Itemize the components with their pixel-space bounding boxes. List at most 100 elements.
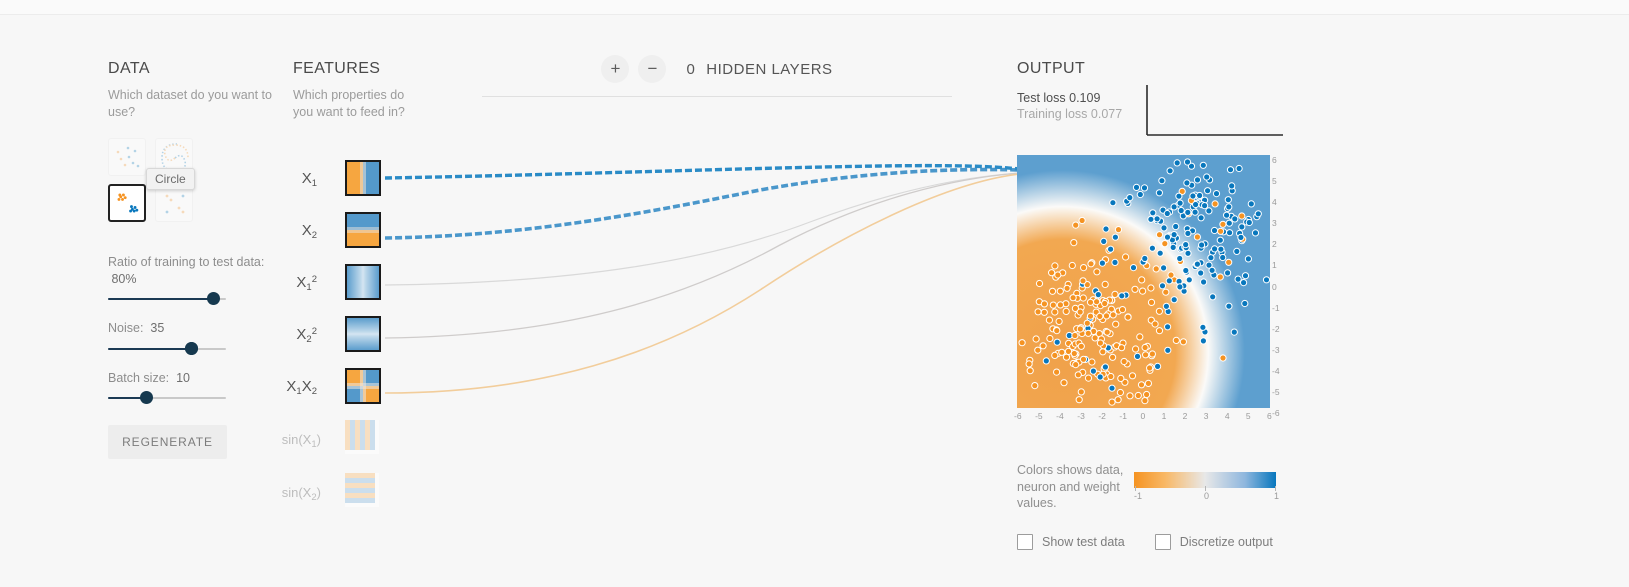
data-point bbox=[1040, 308, 1048, 316]
y-tick: -4 bbox=[1272, 365, 1280, 376]
data-point bbox=[1018, 339, 1026, 347]
data-point bbox=[1142, 351, 1150, 359]
data-point bbox=[1053, 368, 1061, 376]
remove-layer-button[interactable]: − bbox=[638, 55, 667, 83]
x-tick: -2 bbox=[1098, 411, 1106, 421]
data-point bbox=[1184, 229, 1192, 238]
data-point bbox=[1089, 367, 1098, 375]
data-point bbox=[1223, 211, 1231, 219]
data-point bbox=[1158, 282, 1167, 290]
data-point bbox=[1156, 249, 1164, 257]
data-point bbox=[1077, 388, 1085, 396]
data-point bbox=[1107, 372, 1115, 381]
data-point bbox=[1053, 338, 1061, 346]
data-point bbox=[1219, 253, 1227, 262]
data-point bbox=[1147, 284, 1155, 292]
dataset-circle-thumbnail[interactable] bbox=[108, 184, 146, 222]
data-point bbox=[1196, 191, 1204, 200]
show-test-data-checkbox[interactable]: Show test data bbox=[1017, 534, 1125, 550]
network-connections bbox=[380, 150, 1025, 415]
data-point bbox=[1148, 350, 1156, 358]
data-point bbox=[1035, 279, 1044, 288]
data-point bbox=[1203, 173, 1211, 181]
data-point bbox=[1147, 298, 1156, 306]
noise-slider-knob[interactable] bbox=[184, 341, 198, 355]
data-point bbox=[1102, 225, 1110, 233]
output-heatmap[interactable] bbox=[1017, 155, 1271, 408]
data-point bbox=[1204, 187, 1212, 195]
data-point bbox=[1101, 363, 1110, 371]
data-point bbox=[1185, 276, 1193, 284]
data-point bbox=[1084, 329, 1092, 337]
feature-node-x1-squared[interactable] bbox=[345, 264, 381, 300]
batch-slider-knob[interactable] bbox=[139, 391, 153, 404]
y-tick: 0 bbox=[1272, 281, 1277, 292]
data-point bbox=[1108, 398, 1116, 406]
data-point bbox=[1034, 308, 1042, 316]
x-tick: 4 bbox=[1224, 411, 1230, 421]
tensorflow-playground-app: DATA Which dataset do you want to use? C… bbox=[0, 0, 1629, 587]
data-point bbox=[1173, 159, 1181, 167]
data-point bbox=[1071, 331, 1079, 340]
data-point bbox=[1096, 312, 1104, 320]
data-point bbox=[1175, 192, 1183, 200]
noise-slider-fill bbox=[108, 347, 191, 350]
feature-node-x1x2[interactable] bbox=[345, 368, 381, 404]
data-point bbox=[1224, 269, 1232, 277]
feature-node-x2-squared[interactable] bbox=[345, 316, 381, 352]
data-point bbox=[1093, 268, 1101, 276]
add-layer-button[interactable]: + bbox=[601, 55, 630, 83]
feature-label-x1: X1 bbox=[301, 170, 317, 189]
data-point bbox=[1136, 333, 1144, 341]
data-point bbox=[1241, 299, 1249, 308]
data-point bbox=[1076, 325, 1084, 333]
feature-node-sin-x2[interactable] bbox=[345, 473, 379, 507]
feature-node-x2[interactable] bbox=[345, 212, 381, 248]
discretize-output-checkbox[interactable]: Discretize output bbox=[1154, 534, 1273, 550]
y-tick: 4 bbox=[1272, 197, 1277, 208]
data-point bbox=[1109, 199, 1117, 207]
x-tick: 2 bbox=[1182, 411, 1188, 421]
feature-label-x1-squared: X12 bbox=[296, 274, 317, 293]
y-tick: 5 bbox=[1272, 176, 1277, 187]
hidden-layers-text: 0 HIDDEN LAYERS bbox=[686, 61, 832, 78]
x-tick: 5 bbox=[1245, 411, 1251, 421]
data-point bbox=[1031, 382, 1039, 390]
data-point bbox=[1079, 355, 1088, 363]
data-point bbox=[1034, 346, 1042, 354]
ratio-slider-knob[interactable] bbox=[207, 292, 221, 305]
data-point bbox=[1118, 292, 1126, 300]
data-point bbox=[1177, 206, 1185, 215]
data-point bbox=[1114, 396, 1122, 404]
data-point bbox=[1226, 229, 1234, 237]
data-point bbox=[1042, 357, 1050, 365]
y-tick: 1 bbox=[1272, 260, 1277, 271]
data-point bbox=[1219, 220, 1227, 228]
feature-node-sin-x1[interactable] bbox=[345, 420, 379, 454]
data-point bbox=[1191, 208, 1199, 216]
checkbox-box[interactable] bbox=[1017, 534, 1033, 550]
ratio-slider[interactable] bbox=[108, 292, 226, 305]
data-point bbox=[1182, 266, 1190, 275]
regenerate-button[interactable]: REGENERATE bbox=[108, 425, 227, 459]
batch-slider[interactable] bbox=[108, 391, 226, 404]
data-point bbox=[1080, 264, 1088, 272]
feature-node-x1[interactable] bbox=[345, 160, 381, 196]
data-point bbox=[1164, 323, 1172, 331]
test-loss-value: 0.109 bbox=[1069, 91, 1101, 105]
training-loss-value: 0.077 bbox=[1090, 107, 1123, 121]
noise-slider[interactable] bbox=[108, 341, 226, 355]
legend-tick-label: 0 bbox=[1204, 491, 1210, 501]
data-point bbox=[1088, 358, 1096, 366]
data-point bbox=[1225, 302, 1233, 310]
x-tick: -1 bbox=[1119, 411, 1127, 421]
y-tick: -3 bbox=[1272, 344, 1280, 355]
checkbox-box[interactable] bbox=[1154, 534, 1171, 550]
data-point bbox=[1208, 266, 1216, 274]
x-tick: -4 bbox=[1056, 411, 1064, 421]
data-point bbox=[1117, 374, 1125, 382]
data-point bbox=[1166, 167, 1174, 175]
dataset-gauss-thumbnail[interactable] bbox=[108, 138, 146, 176]
data-point bbox=[1231, 215, 1239, 223]
data-point bbox=[1193, 176, 1202, 184]
